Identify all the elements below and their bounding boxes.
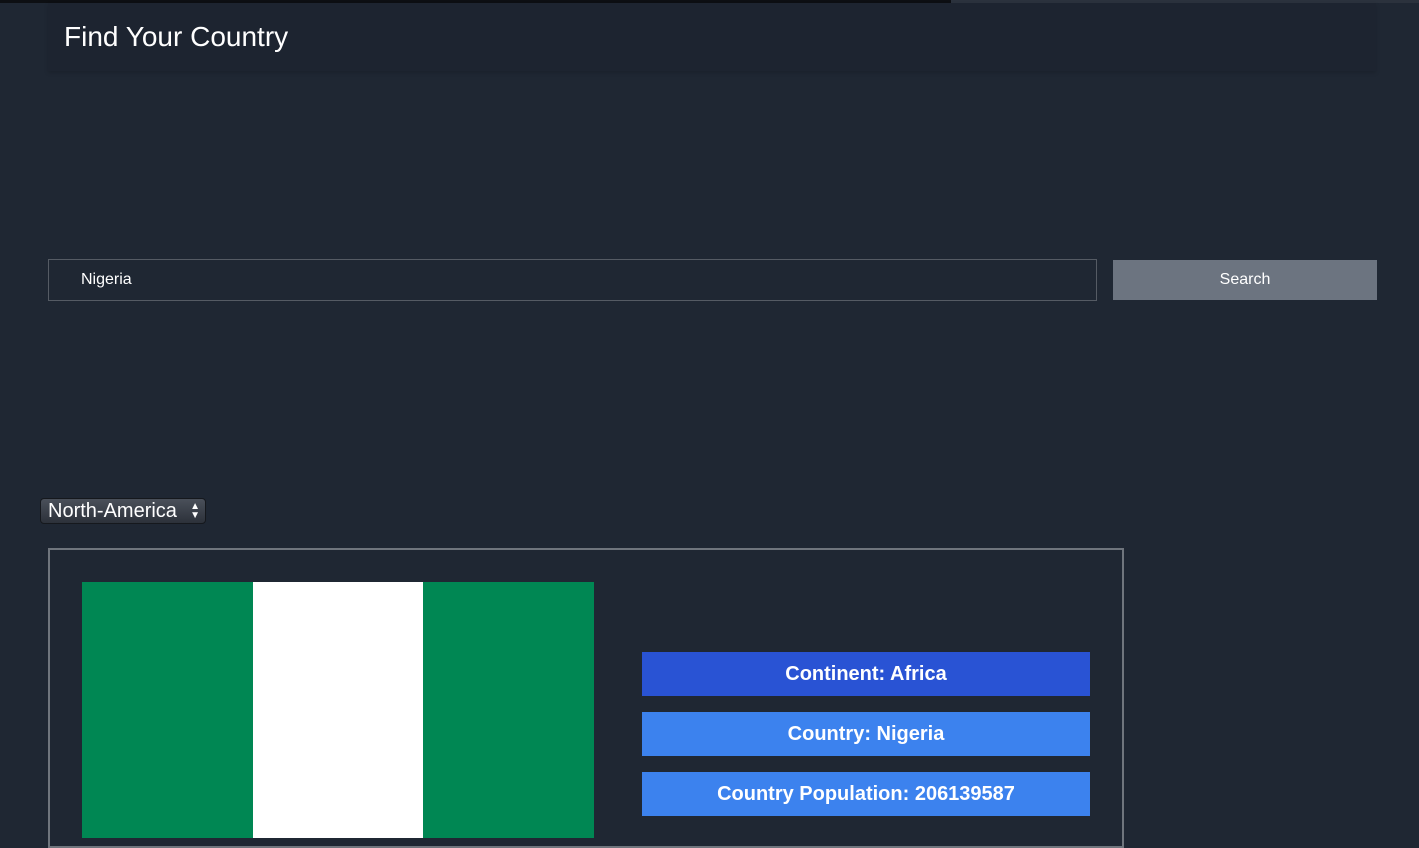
country-button[interactable]: Country: Nigeria	[642, 712, 1090, 756]
select-arrows-icon: ▲ ▼	[190, 501, 200, 521]
region-select-value: North-America	[48, 500, 177, 522]
app-title: Find Your Country	[64, 21, 289, 52]
flag-stripe-right	[423, 582, 595, 838]
search-button[interactable]: Search	[1113, 260, 1377, 300]
flag-stripe-left	[82, 582, 253, 838]
region-select[interactable]: North-America ▲ ▼	[40, 498, 206, 524]
app-header: Find Your Country	[48, 3, 1376, 71]
flag-stripe-center	[252, 582, 424, 838]
continent-button[interactable]: Continent: Africa	[642, 652, 1090, 696]
population-button[interactable]: Country Population: 206139587	[642, 772, 1090, 816]
country-flag-image	[82, 582, 595, 838]
country-search-input[interactable]	[48, 259, 1097, 301]
